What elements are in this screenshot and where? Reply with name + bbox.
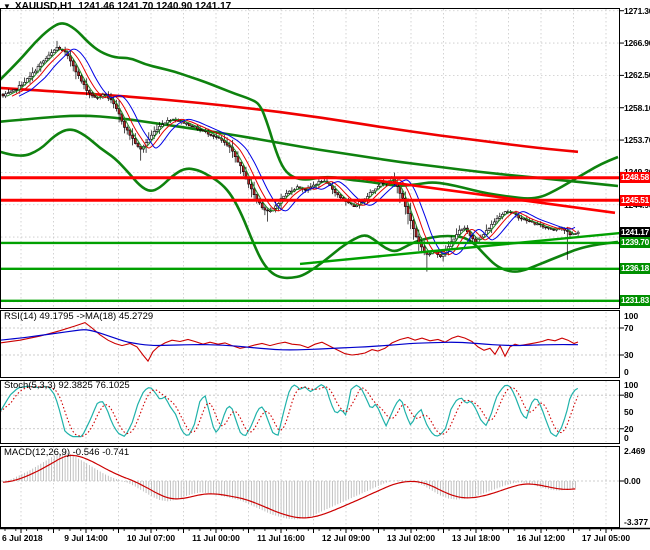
macd-scale-label: 0.00 [624,476,641,486]
price-tick-label: 1266.90 [624,38,650,48]
time-tick-label: 13 Jul 18:00 [451,533,501,543]
price-tick-label: 1253.70 [624,135,650,145]
stoch-scale-label: 0 [624,433,629,443]
rsi-scale-label: 30 [624,350,634,360]
time-tick-label: 9 Jul 14:00 [64,533,108,543]
time-tick-label: 13 Jul 02:00 [386,533,436,543]
macd-scale-label: -3.377 [624,517,649,527]
chart-header: ▼ XAUUSD,H1 1241.46 1241.70 1240.90 1241.… [3,1,231,12]
price-tick-label: 1271.30 [624,6,650,16]
symbol-timeframe-label: XAUUSD,H1 [14,1,73,12]
time-tick-label: 6 Jul 2018 [2,533,43,543]
time-tick-label: 17 Jul 05:00 [581,533,631,543]
time-tick-label: 12 Jul 09:00 [321,533,371,543]
price-badge-support: 1236.18 [620,263,650,274]
stoch-scale-label: 100 [624,380,639,390]
stoch-scale-label: 80 [624,390,634,400]
stoch-indicator-label: Stoch(5,3,3) 92.3825 76.1025 [4,380,130,391]
rsi-scale-label: 0 [624,367,629,377]
price-badge-resistance: 1245.51 [620,195,650,206]
price-badge-support: 1239.70 [620,237,650,248]
rsi-indicator-label: RSI(14) 49.1795 ->MA(18) 45.2729 [4,311,154,322]
stoch-scale-label: 50 [624,407,634,417]
price-badge-support: 1231.83 [620,295,650,306]
symbol-dropdown-icon[interactable]: ▼ [3,2,11,11]
price-tick-label: 1262.50 [624,70,650,80]
time-tick-label: 11 Jul 16:00 [257,533,305,543]
trading-chart-window: ▼ XAUUSD,H1 1241.46 1241.70 1240.90 1241.… [0,0,650,550]
price-badge-resistance: 1248.58 [620,172,650,183]
time-tick-label: 10 Jul 07:00 [126,533,176,543]
time-tick-label: 16 Jul 12:00 [516,533,566,543]
ohlc-readout: 1241.46 1241.70 1240.90 1241.17 [78,1,232,12]
macd-scale-label: 2.469 [624,446,646,456]
chart-canvas[interactable] [0,0,650,550]
rsi-scale-label: 100 [624,311,639,321]
macd-indicator-label: MACD(12,26,9) -0.546 -0.741 [4,447,130,458]
price-tick-label: 1258.10 [624,103,650,113]
rsi-scale-label: 70 [624,323,634,333]
time-tick-label: 11 Jul 00:00 [192,533,240,543]
